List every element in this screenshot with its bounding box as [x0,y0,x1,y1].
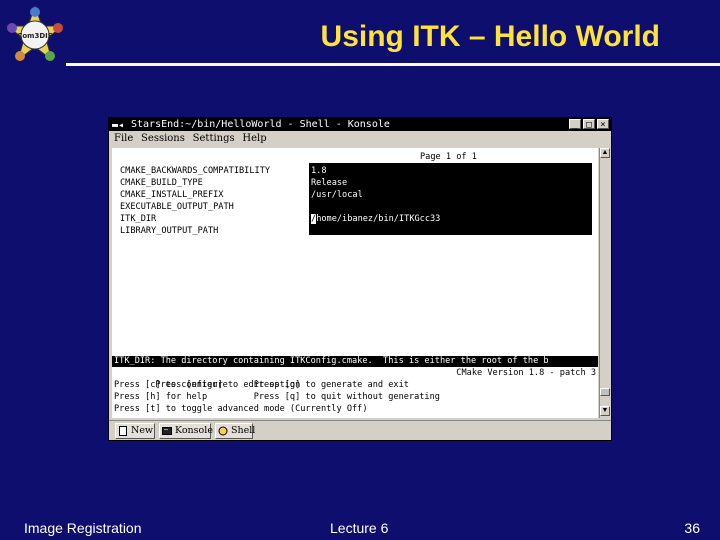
scroll-up-icon[interactable]: ▲ [600,148,610,158]
scroll-down-icon[interactable]: ▼ [600,406,610,416]
footer-course: Image Registration [24,520,142,536]
maximize-button[interactable]: □ [583,119,595,130]
konsole-icon [162,427,172,435]
new-session-icon [119,426,127,436]
variable-value[interactable]: 1.8 [311,165,592,177]
variable-value[interactable] [311,225,592,237]
konsole-window: ▬◂ StarsEnd:~/bin/HelloWorld - Shell - K… [108,117,612,441]
window-title: StarsEnd:~/bin/HelloWorld - Shell - Kons… [131,119,390,130]
menu-settings[interactable]: Settings [193,133,235,144]
variable-value[interactable]: /usr/local [311,189,592,201]
tab-label: New [131,425,154,436]
title-divider [66,63,720,66]
variable-value[interactable] [311,201,592,213]
menu-bar: File Sessions Settings Help [109,131,611,146]
scroll-thumb[interactable] [600,388,610,396]
minimize-button[interactable]: _ [569,119,581,130]
variable-name[interactable]: LIBRARY_OUTPUT_PATH [120,225,270,237]
footer-lecture: Lecture 6 [330,520,389,536]
shell-icon [218,426,228,436]
session-tab-bar: New Konsole Shell [109,420,611,440]
help-line: Press [t] to toggle advanced mode (Curre… [114,403,596,415]
help-line: Press [h] for help Press [q] to quit wit… [114,391,596,403]
tab-konsole[interactable]: Konsole [159,423,213,439]
vertical-scrollbar[interactable]: ▲ ▼ [599,148,610,418]
menu-help[interactable]: Help [242,133,266,144]
cmake-version: CMake Version 1.8 - patch 3 [456,368,596,378]
slide-title: Using ITK – Hello World [320,20,660,53]
variable-name[interactable]: CMAKE_INSTALL_PREFIX [120,189,270,201]
tab-new[interactable]: New [115,423,155,439]
window-titlebar[interactable]: ▬◂ StarsEnd:~/bin/HelloWorld - Shell - K… [109,118,611,131]
menu-file[interactable]: File [114,133,133,144]
variable-name[interactable]: ITK_DIR [120,213,270,225]
logo-text: Com3DIS [17,32,53,40]
help-text: Press [c] to configure Press [g] to gene… [114,380,409,390]
variable-name[interactable]: EXECUTABLE_OUTPUT_PATH [120,201,270,213]
help-line: Press [enter] to edit option CMake Versi… [114,367,596,390]
terminal-area[interactable]: Page 1 of 1 CMAKE_BACKWARDS_COMPATIBILIT… [112,148,598,418]
tab-label: Shell [231,425,256,436]
help-lines: Press [enter] to edit option CMake Versi… [114,367,596,415]
variable-name[interactable]: CMAKE_BUILD_TYPE [120,177,270,189]
help-text: Press [t] to toggle advanced mode (Curre… [114,404,368,414]
cache-variable-names: CMAKE_BACKWARDS_COMPATIBILITY CMAKE_BUIL… [120,165,270,237]
variable-description: ITK_DIR: The directory containing ITKCon… [112,356,598,367]
variable-value-selected[interactable]: /home/ibanez/bin/ITKGcc33 [311,213,592,225]
cache-variable-values: 1.8 Release /usr/local /home/ibanez/bin/… [309,163,592,235]
variable-value[interactable]: Release [311,177,592,189]
menu-sessions[interactable]: Sessions [141,133,185,144]
variable-name[interactable]: CMAKE_BACKWARDS_COMPATIBILITY [120,165,270,177]
help-text: Press [h] for help Press [q] to quit wit… [114,392,440,402]
tab-label: Konsole [175,425,213,436]
tab-shell[interactable]: Shell [215,423,256,439]
close-button[interactable]: × [597,119,609,130]
text-cursor: / [311,214,317,224]
page-indicator: Page 1 of 1 [420,152,477,162]
com3dis-logo: Com3DIS [5,4,65,62]
slide-number: 36 [684,520,700,536]
help-line: Press [c] to configure Press [g] to gene… [114,379,596,391]
